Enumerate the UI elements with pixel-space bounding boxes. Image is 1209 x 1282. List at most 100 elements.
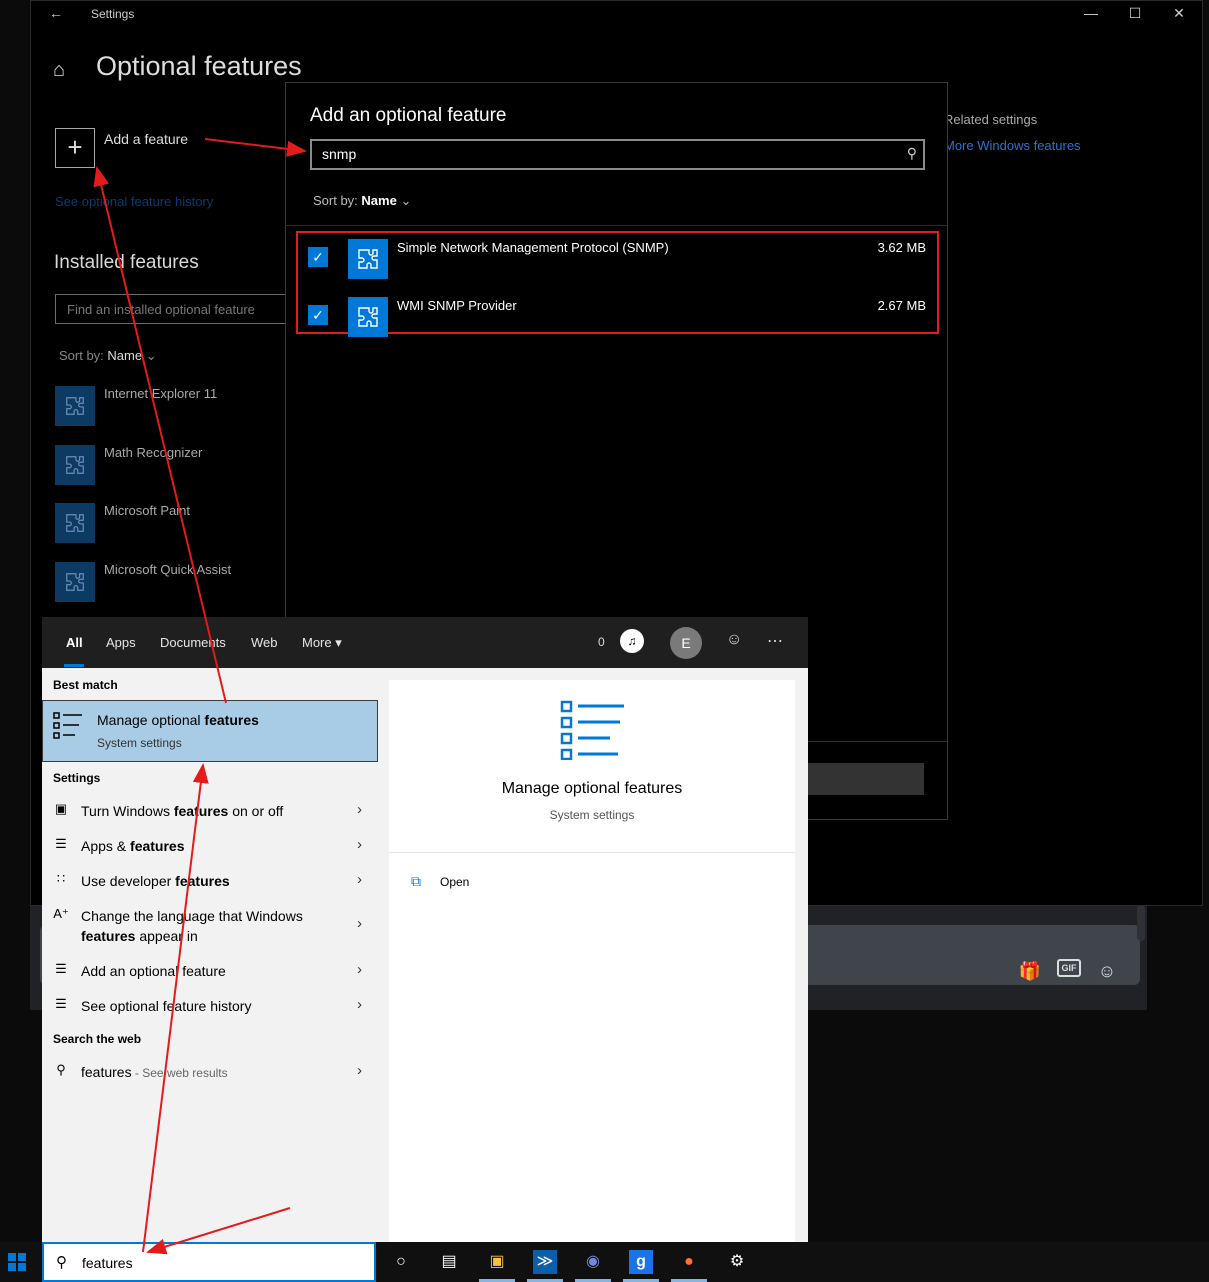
feature-row[interactable]: ✓ WMI SNMP Provider 2.67 MB bbox=[298, 291, 926, 337]
list-icon: ☰ bbox=[55, 836, 67, 851]
tab-more[interactable]: More ▾ bbox=[302, 635, 342, 651]
settings-result-item[interactable]: ☰ Apps & features › bbox=[42, 828, 378, 862]
installed-feature-item[interactable]: Math Recognizer bbox=[55, 445, 295, 487]
maximize-icon[interactable]: ☐ bbox=[1125, 5, 1145, 22]
feedback-icon[interactable]: ☺ bbox=[726, 631, 742, 649]
puzzle-icon bbox=[55, 562, 95, 602]
chevron-right-icon: › bbox=[357, 1062, 362, 1079]
chevron-right-icon: › bbox=[357, 996, 362, 1013]
puzzle-icon bbox=[55, 445, 95, 485]
discord-icon[interactable]: ◉ bbox=[581, 1250, 605, 1274]
best-match-result[interactable]: Manage optional features System settings bbox=[42, 700, 378, 762]
close-icon[interactable]: ✕ bbox=[1169, 5, 1189, 22]
preview-title: Manage optional features bbox=[501, 780, 683, 797]
tab-documents[interactable]: Documents bbox=[160, 635, 226, 650]
feature-history-link[interactable]: See optional feature history bbox=[55, 194, 213, 209]
search-icon: ⚲ bbox=[56, 1062, 66, 1077]
tab-web[interactable]: Web bbox=[251, 635, 278, 650]
install-button[interactable] bbox=[806, 763, 924, 795]
settings-heading: Settings bbox=[53, 771, 101, 785]
scrollbar[interactable] bbox=[1137, 905, 1145, 941]
installed-features-heading: Installed features bbox=[54, 252, 199, 273]
gif-icon[interactable]: GIF bbox=[1057, 959, 1081, 977]
settings-result-item[interactable]: ∷ Use developer features › bbox=[42, 863, 378, 897]
settings-result-item[interactable]: ▣ Turn Windows features on or off › bbox=[42, 793, 378, 827]
chevron-right-icon: › bbox=[357, 801, 362, 818]
chevron-right-icon: › bbox=[357, 961, 362, 978]
chevron-right-icon: › bbox=[357, 836, 362, 853]
puzzle-icon bbox=[348, 239, 388, 279]
puzzle-icon bbox=[55, 386, 95, 426]
feature-size: 3.62 MB bbox=[877, 240, 926, 255]
open-button[interactable]: Open bbox=[440, 875, 469, 889]
active-tab-indicator bbox=[64, 664, 84, 667]
results-list: Best match Manage optional features Syst… bbox=[42, 668, 389, 1242]
home-icon[interactable]: ⌂ bbox=[53, 59, 65, 82]
divider bbox=[286, 225, 947, 226]
g-app-icon[interactable]: g bbox=[629, 1250, 653, 1274]
rewards-points: 0 bbox=[598, 635, 605, 649]
taskbar-search-box[interactable]: ⚲ features bbox=[42, 1242, 376, 1282]
installed-feature-name: Math Recognizer bbox=[104, 445, 203, 460]
add-feature-button[interactable]: Add a feature bbox=[104, 131, 188, 147]
more-options-icon[interactable]: ⋯ bbox=[767, 631, 783, 651]
start-search-panel: All Apps Documents Web More ▾ 0 ♫ E ☺ ⋯ … bbox=[42, 617, 808, 1242]
windows-start-icon[interactable] bbox=[8, 1253, 26, 1271]
settings-result-item[interactable]: A⁺ Change the language that Windows feat… bbox=[42, 898, 378, 948]
trophy-icon[interactable]: ♫ bbox=[620, 629, 644, 653]
installed-feature-item[interactable]: Microsoft Quick Assist bbox=[55, 562, 295, 604]
installed-feature-item[interactable]: Internet Explorer 11 bbox=[55, 386, 295, 428]
feature-checkbox[interactable]: ✓ bbox=[308, 247, 328, 267]
feature-size: 2.67 MB bbox=[877, 298, 926, 313]
window-title: Settings bbox=[91, 7, 135, 21]
dialog-sort-by[interactable]: Sort by: Name ⌄ bbox=[313, 193, 411, 209]
installed-feature-item[interactable]: Microsoft Paint bbox=[55, 503, 295, 545]
firefox-icon[interactable]: ● bbox=[677, 1250, 701, 1274]
installed-feature-name: Internet Explorer 11 bbox=[104, 386, 218, 401]
chevron-right-icon: › bbox=[357, 915, 362, 932]
feature-row[interactable]: ✓ Simple Network Management Protocol (SN… bbox=[298, 233, 926, 279]
page-title: Optional features bbox=[96, 51, 302, 81]
result-preview-pane: Manage optional features System settings… bbox=[389, 680, 795, 1242]
search-web-heading: Search the web bbox=[53, 1032, 142, 1046]
tab-apps[interactable]: Apps bbox=[106, 635, 136, 650]
web-search-result[interactable]: ⚲ features - See web results › bbox=[42, 1054, 378, 1088]
settings-gear-icon[interactable]: ⚙ bbox=[725, 1250, 749, 1274]
open-icon[interactable]: ⧉ bbox=[411, 873, 421, 890]
divider bbox=[389, 852, 795, 853]
installed-sort-by[interactable]: Sort by: Name ⌄ bbox=[59, 348, 157, 364]
file-explorer-icon[interactable]: ▣ bbox=[485, 1250, 509, 1274]
best-match-subtitle: System settings bbox=[97, 736, 182, 750]
feature-checkbox[interactable]: ✓ bbox=[308, 305, 328, 325]
minimize-icon[interactable]: — bbox=[1081, 5, 1101, 21]
feature-name: WMI SNMP Provider bbox=[397, 298, 517, 313]
settings-result-item[interactable]: ☰ See optional feature history › bbox=[42, 988, 378, 1022]
list-icon: ☰ bbox=[55, 961, 67, 976]
find-installed-feature-input[interactable]: Find an installed optional feature bbox=[55, 294, 287, 324]
powershell-icon[interactable]: ≫ bbox=[533, 1250, 557, 1274]
developer-tools-icon: ∷ bbox=[56, 871, 66, 886]
more-windows-features-link[interactable]: More Windows features bbox=[944, 138, 1081, 153]
feature-search-input[interactable]: snmp ⚲ bbox=[310, 139, 925, 170]
tab-all[interactable]: All bbox=[66, 635, 83, 650]
back-arrow-icon[interactable]: ← bbox=[49, 5, 63, 21]
best-match-title: Manage optional features bbox=[97, 712, 259, 728]
best-match-heading: Best match bbox=[53, 678, 118, 692]
task-view-icon[interactable]: ▤ bbox=[437, 1250, 461, 1274]
taskbar: ⚲ features ○ ▤ ▣ ≫ ◉ g ● ⚙ bbox=[0, 1242, 1209, 1282]
settings-result-item[interactable]: ☰ Add an optional feature › bbox=[42, 953, 378, 987]
cortana-icon[interactable]: ○ bbox=[389, 1250, 413, 1274]
avatar[interactable]: E bbox=[670, 627, 702, 659]
gift-icon[interactable]: 🎁 bbox=[1018, 961, 1042, 981]
installed-feature-name: Microsoft Quick Assist bbox=[104, 562, 232, 577]
list-icon: ☰ bbox=[55, 996, 67, 1011]
emoji-icon[interactable]: ☺ bbox=[1095, 961, 1119, 981]
windows-features-icon: ▣ bbox=[54, 801, 68, 816]
dialog-title: Add an optional feature bbox=[310, 105, 507, 126]
language-icon: A⁺ bbox=[53, 906, 69, 921]
taskbar-search-value: features bbox=[82, 1255, 133, 1271]
title-bar: ← Settings — ☐ ✕ bbox=[31, 1, 1202, 27]
list-icon bbox=[53, 712, 82, 739]
add-feature-plus-icon[interactable]: + bbox=[55, 128, 95, 168]
preview-subtitle: System settings bbox=[549, 808, 635, 822]
